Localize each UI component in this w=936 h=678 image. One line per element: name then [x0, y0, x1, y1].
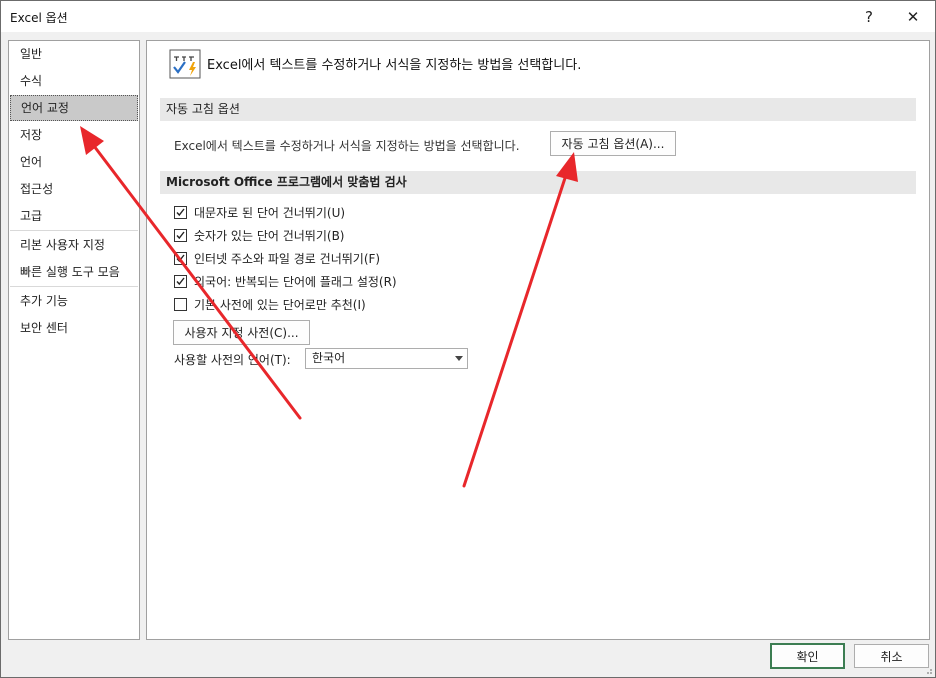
checkbox-suggest-main-dictionary[interactable] [174, 297, 187, 311]
checkbox-label: 대문자로 된 단어 건너뛰기(U) [194, 205, 346, 220]
checkmark-icon [176, 254, 185, 262]
checkmark-icon [176, 277, 185, 285]
ok-button[interactable]: 확인 [770, 643, 845, 669]
dictionary-language-value: 한국어 [312, 351, 346, 365]
cancel-button[interactable]: 취소 [854, 644, 929, 668]
window-title: Excel 옵션 [10, 11, 68, 25]
checkmark-icon [176, 208, 185, 216]
sidebar-item-proofing[interactable]: 언어 교정 [10, 95, 138, 121]
sidebar-item-language[interactable]: 언어 [10, 149, 138, 175]
help-button[interactable]: ? [847, 1, 891, 32]
checkbox-label: 인터넷 주소와 파일 경로 건너뛰기(F) [194, 251, 381, 266]
sidebar-item-customize-ribbon[interactable]: 리본 사용자 지정 [10, 232, 138, 258]
checkbox-row[interactable]: 대문자로 된 단어 건너뛰기(U) [174, 203, 345, 221]
checkbox-row[interactable]: 숫자가 있는 단어 건너뛰기(B) [174, 226, 344, 244]
sidebar-item-save[interactable]: 저장 [10, 122, 138, 148]
checkbox-row[interactable]: 인터넷 주소와 파일 경로 건너뛰기(F) [174, 249, 380, 267]
checkbox-flag-repeated-words[interactable] [174, 274, 187, 288]
autocorrect-section-header: 자동 고침 옵션 [160, 98, 916, 121]
title-bar: Excel 옵션 ? ✕ [1, 1, 935, 32]
checkbox-ignore-numbers[interactable] [174, 228, 187, 242]
checkbox-label: 숫자가 있는 단어 건너뛰기(B) [194, 228, 345, 243]
checkbox-label: 외국어: 반복되는 단어에 플래그 설정(R) [194, 274, 397, 289]
sidebar-item-add-ins[interactable]: 추가 기능 [10, 288, 138, 314]
close-button[interactable]: ✕ [891, 1, 935, 32]
proofing-abc-check-icon [169, 49, 201, 79]
sidebar-divider [10, 230, 138, 231]
custom-dictionaries-button[interactable]: 사용자 지정 사전(C)... [173, 320, 310, 345]
proofing-panel: Excel에서 텍스트를 수정하거나 서식을 지정하는 방법을 선택합니다. 자… [146, 40, 930, 640]
checkbox-row[interactable]: 기본 사전에 있는 단어로만 추천(I) [174, 295, 366, 313]
sidebar-item-quick-access-toolbar[interactable]: 빠른 실행 도구 모음 [10, 259, 138, 285]
checkbox-ignore-internet-addresses[interactable] [174, 251, 187, 265]
sidebar-item-formulas[interactable]: 수식 [10, 68, 138, 94]
sidebar-divider [10, 286, 138, 287]
sidebar-item-general[interactable]: 일반 [10, 41, 138, 67]
autocorrect-options-button[interactable]: 자동 고침 옵션(A)... [550, 131, 676, 156]
checkmark-icon [176, 231, 185, 239]
dictionary-language-select[interactable]: 한국어 [305, 348, 468, 369]
panel-header-text: Excel에서 텍스트를 수정하거나 서식을 지정하는 방법을 선택합니다. [207, 58, 582, 73]
checkbox-label: 기본 사전에 있는 단어로만 추천(I) [194, 297, 366, 312]
dictionary-language-label: 사용할 사전의 언어(T): [174, 353, 291, 367]
category-sidebar: 일반 수식 언어 교정 저장 언어 접근성 고급 리본 사용자 지정 빠른 실행… [8, 40, 140, 640]
excel-options-dialog: Excel 옵션 ? ✕ 일반 수식 언어 교정 저장 언어 접근성 고급 리본… [0, 0, 936, 678]
sidebar-item-advanced[interactable]: 고급 [10, 203, 138, 229]
dropdown-arrow-icon [455, 356, 463, 361]
spelling-section-header: Microsoft Office 프로그램에서 맞춤법 검사 [160, 171, 916, 194]
checkbox-ignore-uppercase[interactable] [174, 205, 187, 219]
resize-grip-icon[interactable] [923, 665, 933, 675]
sidebar-item-accessibility[interactable]: 접근성 [10, 176, 138, 202]
checkbox-row[interactable]: 외국어: 반복되는 단어에 플래그 설정(R) [174, 272, 397, 290]
sidebar-item-trust-center[interactable]: 보안 센터 [10, 315, 138, 341]
autocorrect-description: Excel에서 텍스트를 수정하거나 서식을 지정하는 방법을 선택합니다. [174, 139, 520, 153]
